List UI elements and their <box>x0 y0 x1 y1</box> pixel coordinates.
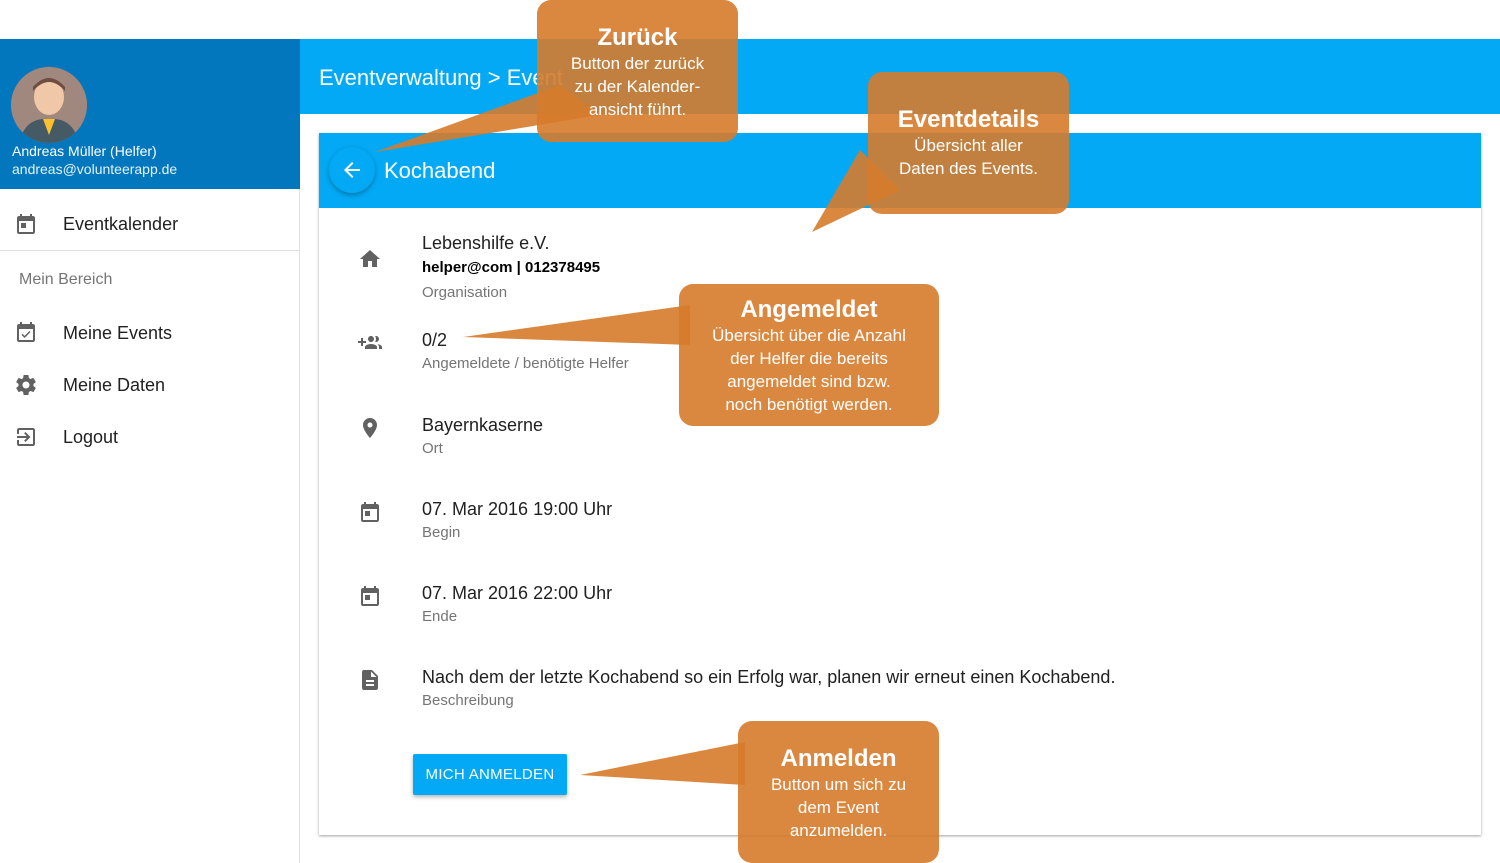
callout-line: Übersicht über die Anzahl <box>712 326 906 345</box>
callout-line: Button um sich zu <box>770 775 907 794</box>
arrow-back-icon <box>344 162 360 178</box>
callout-line: Übersicht aller <box>914 136 1023 155</box>
section-header: Mein Bereich <box>19 271 113 288</box>
divider <box>0 250 300 251</box>
user-email: andreas@volunteerapp.de <box>12 161 178 177</box>
profile-header: Andreas Müller (Helfer) andreas@voluntee… <box>0 39 300 189</box>
description-label: Beschreibung <box>422 692 514 709</box>
avatar <box>11 67 87 143</box>
callout-line: der Helfer die bereits <box>730 349 888 368</box>
sidebar-item-label: Logout <box>63 426 119 447</box>
callout-title: Eventdetails <box>897 106 1040 133</box>
callout-title: Angemeldet <box>740 296 878 323</box>
event-title: Kochabend <box>384 158 496 183</box>
logout-icon <box>17 428 35 446</box>
calendar-icon <box>361 586 379 606</box>
sidebar-item-eventkalender[interactable]: Eventkalender <box>0 200 300 248</box>
document-icon <box>362 670 378 690</box>
end-label: Ende <box>422 608 458 625</box>
location-value: Bayernkaserne <box>422 415 544 435</box>
callout-line: dem Event <box>797 798 880 817</box>
user-name: Andreas Müller (Helfer) <box>12 143 157 159</box>
callout-anmelden: Anmelden Button um sich zu dem Event anz… <box>738 721 939 863</box>
callout-line: noch benötigt werden. <box>725 395 893 414</box>
group-add-icon <box>358 336 382 349</box>
breadcrumb: Eventverwaltung > Event <box>319 65 563 90</box>
callout-line: angemeldet sind bzw. <box>727 372 891 391</box>
back-button[interactable] <box>329 147 375 193</box>
helpers-label: Angemeldete / benötigte Helfer <box>422 355 629 372</box>
sidebar-item-label: Meine Daten <box>63 374 166 395</box>
description-value: Nach dem der letzte Kochabend so ein Erf… <box>422 667 1116 687</box>
home-icon <box>360 250 380 267</box>
callout-line: anzumelden. <box>789 821 888 840</box>
callout-line: zu der Kalender- <box>574 77 701 96</box>
signup-button[interactable]: MICH ANMELDEN <box>413 754 567 795</box>
begin-value: 07. Mar 2016 19:00 Uhr <box>422 499 613 519</box>
callout-zurueck: Zurück Button der zurück zu der Kalender… <box>537 0 738 142</box>
callout-line: ansicht führt. <box>588 100 687 119</box>
location-pin-icon <box>363 418 377 438</box>
helpers-count: 0/2 <box>422 330 448 350</box>
callout-eventdetails: Eventdetails Übersicht aller Daten des E… <box>868 72 1069 214</box>
organisation-contact: helper@com | 012378495 <box>422 259 601 276</box>
sidebar-item-label: Meine Events <box>63 322 173 343</box>
begin-label: Begin <box>422 524 461 541</box>
end-value: 07. Mar 2016 22:00 Uhr <box>422 583 613 603</box>
location-label: Ort <box>422 440 443 457</box>
organisation-name: Lebenshilfe e.V. <box>422 233 550 253</box>
sidebar: Andreas Müller (Helfer) andreas@voluntee… <box>0 39 300 863</box>
calendar-icon <box>17 214 35 234</box>
callout-title: Anmelden <box>780 745 897 772</box>
sidebar-item-label: Eventkalender <box>63 213 179 234</box>
organisation-label: Organisation <box>422 284 508 301</box>
callout-line: Button der zurück <box>570 54 705 73</box>
callout-angemeldet: Angemeldet Übersicht über die Anzahl der… <box>679 284 939 426</box>
callout-title: Zurück <box>597 24 678 51</box>
calendar-icon <box>361 502 379 522</box>
sidebar-item-meine-daten[interactable]: Meine Daten <box>0 361 300 409</box>
sidebar-item-meine-events[interactable]: Meine Events <box>0 309 300 357</box>
callout-line: Daten des Events. <box>899 159 1038 178</box>
gear-icon <box>16 375 36 395</box>
calendar-check-icon <box>17 322 35 342</box>
sidebar-item-logout[interactable]: Logout <box>0 413 300 461</box>
